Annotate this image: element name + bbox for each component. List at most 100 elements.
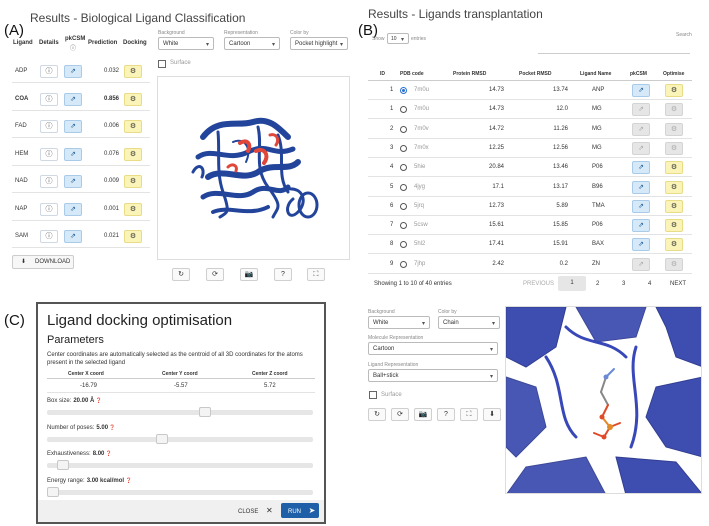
docking-button[interactable]: ⚙ (124, 147, 142, 161)
optimise-button[interactable]: ⚙ (665, 141, 683, 155)
reset-view-button-b[interactable]: ↻ (368, 408, 386, 421)
pkcsm-button[interactable]: ⇗ (64, 202, 82, 216)
docking-button[interactable]: ⚙ (124, 92, 142, 106)
molecule-repr-select[interactable]: Cartoon ▾ (368, 342, 498, 355)
pkcsm-button[interactable]: ⇗ (632, 257, 650, 271)
optimise-button[interactable]: ⚙ (665, 257, 683, 271)
optimise-button[interactable]: ⚙ (665, 238, 683, 252)
download-button[interactable]: ⬇ DOWNLOAD (12, 255, 74, 269)
help-button-a[interactable]: ? (274, 268, 292, 281)
docking-button[interactable]: ⚙ (124, 65, 142, 78)
optimise-button[interactable]: ⚙ (665, 84, 683, 97)
optimise-button[interactable]: ⚙ (665, 199, 683, 213)
download-button-b[interactable]: ⬇ (483, 408, 501, 421)
screenshot-button-a[interactable]: 📷 (240, 268, 258, 281)
row-radio[interactable] (400, 241, 407, 249)
details-button[interactable]: ⓘ (40, 120, 58, 133)
pkcsm-button[interactable]: ⇗ (632, 141, 650, 155)
optimise-button[interactable]: ⚙ (665, 161, 683, 175)
pkcsm-button[interactable]: ⇗ (64, 230, 82, 243)
param-slider-track[interactable] (47, 436, 313, 442)
spin-button-a[interactable]: ⟳ (206, 268, 224, 281)
surface-checkbox-a[interactable] (158, 60, 166, 68)
param-slider-thumb[interactable] (156, 433, 169, 444)
row-radio[interactable] (400, 202, 407, 210)
page-4-button[interactable]: 4 (648, 281, 651, 287)
row-radio[interactable] (400, 222, 407, 230)
details-button[interactable]: ⓘ (40, 202, 58, 216)
param-slider-thumb[interactable] (47, 486, 59, 497)
page-1-button[interactable]: 1 (558, 276, 586, 291)
surface-checkbox-b[interactable] (369, 391, 377, 399)
pdb-code[interactable]: 7m0x (414, 145, 429, 151)
details-button[interactable]: ⓘ (40, 147, 58, 161)
pkcsm-button[interactable]: ⇗ (64, 65, 82, 78)
pdb-code[interactable]: 7jhp (414, 261, 425, 267)
pkcsm-button[interactable]: ⇗ (632, 161, 650, 175)
row-radio[interactable] (400, 144, 407, 152)
row-radio[interactable] (400, 183, 407, 191)
docking-button[interactable]: ⚙ (124, 230, 142, 243)
pkcsm-button[interactable]: ⇗ (632, 219, 650, 233)
param-slider-track[interactable] (47, 463, 313, 468)
docking-button[interactable]: ⚙ (124, 175, 142, 188)
optimise-button[interactable]: ⚙ (665, 219, 683, 233)
details-button[interactable]: ⓘ (40, 175, 58, 188)
pdb-code[interactable]: 5jrq (414, 203, 424, 209)
pkcsm-button[interactable]: ⇗ (632, 84, 650, 97)
run-button[interactable]: RUN ➤ (281, 503, 319, 518)
pdb-code[interactable]: 7m0u (414, 106, 429, 112)
ligand-repr-select[interactable]: Ball+stick ▾ (368, 369, 498, 382)
pkcsm-button[interactable]: ⇗ (64, 92, 82, 106)
details-button[interactable]: ⓘ (40, 230, 58, 243)
fullscreen-button-a[interactable]: ⛶ (307, 268, 325, 281)
row-radio[interactable] (400, 164, 407, 172)
details-button[interactable]: ⓘ (40, 92, 58, 106)
page-2-button[interactable]: 2 (596, 281, 599, 287)
colorby-select-a[interactable]: Pocket highlight ▾ (290, 37, 348, 50)
optimise-button[interactable]: ⚙ (665, 180, 683, 194)
reset-view-button-a[interactable]: ↻ (172, 268, 190, 281)
screenshot-button-b[interactable]: 📷 (414, 408, 432, 421)
pkcsm-button[interactable]: ⇗ (64, 120, 82, 133)
param-slider-track[interactable] (47, 410, 313, 415)
help-icon[interactable]: ❓ (104, 451, 112, 457)
param-slider-thumb[interactable] (57, 460, 70, 470)
help-icon[interactable]: ❓ (94, 398, 102, 404)
colorby-select-b[interactable]: Chain ▾ (438, 316, 500, 329)
help-icon[interactable]: ❓ (108, 425, 115, 431)
previous-button[interactable]: PREVIOUS (523, 281, 554, 287)
pkcsm-button[interactable]: ⇗ (632, 238, 650, 252)
param-slider-thumb[interactable] (199, 407, 212, 417)
pkcsm-button[interactable]: ⇗ (632, 122, 650, 136)
help-button-b[interactable]: ? (437, 408, 455, 421)
row-radio[interactable] (400, 106, 407, 114)
pkcsm-button[interactable]: ⇗ (632, 103, 650, 117)
pdb-code[interactable]: 5hl2 (414, 241, 425, 247)
spin-button-b[interactable]: ⟳ (391, 408, 409, 421)
pdb-code[interactable]: 5hie (414, 164, 425, 170)
page-3-button[interactable]: 3 (622, 281, 625, 287)
pdb-code[interactable]: 4jyg (414, 184, 425, 190)
pkcsm-button[interactable]: ⇗ (632, 199, 650, 213)
representation-select-a[interactable]: Cartoon ▾ (224, 37, 280, 50)
next-button[interactable]: NEXT (670, 281, 686, 287)
optimise-button[interactable]: ⚙ (665, 122, 683, 136)
fullscreen-button-b[interactable]: ⛶ (460, 408, 478, 421)
details-button[interactable]: ⓘ (40, 65, 58, 78)
pdb-code[interactable]: 7m0u (414, 87, 429, 93)
molecule-viewer-a[interactable] (157, 76, 350, 260)
close-button[interactable]: CLOSE ✕ (238, 506, 273, 515)
molecule-viewer-b[interactable] (505, 306, 702, 494)
docking-button[interactable]: ⚙ (124, 120, 142, 133)
entries-select[interactable]: 10 ▾ (387, 33, 409, 44)
background-select-b[interactable]: White ▾ (368, 316, 430, 329)
optimise-button[interactable]: ⚙ (665, 103, 683, 117)
pkcsm-button[interactable]: ⇗ (64, 175, 82, 188)
row-radio[interactable] (400, 260, 407, 268)
pkcsm-button[interactable]: ⇗ (64, 147, 82, 161)
pkcsm-button[interactable]: ⇗ (632, 180, 650, 194)
row-radio[interactable] (400, 125, 407, 133)
docking-button[interactable]: ⚙ (124, 202, 142, 216)
background-select-a[interactable]: White ▾ (158, 37, 214, 50)
